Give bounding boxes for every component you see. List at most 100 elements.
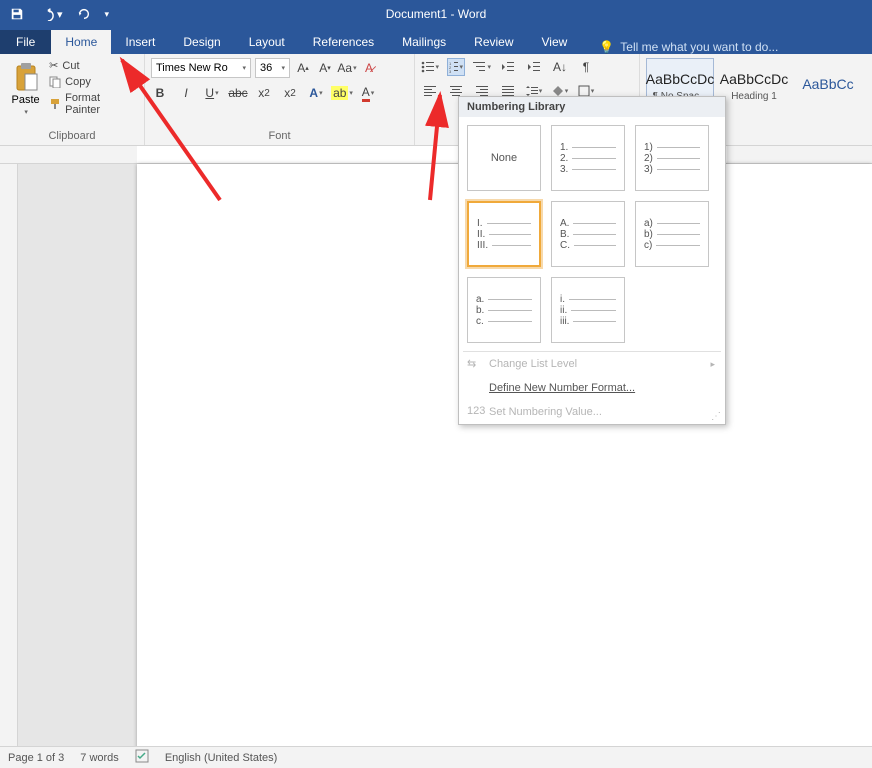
redo-icon[interactable]	[77, 7, 91, 21]
tab-home[interactable]: Home	[51, 30, 111, 54]
num-sample: c.	[476, 316, 484, 327]
change-case-icon[interactable]: Aa▾	[338, 59, 356, 77]
tab-layout[interactable]: Layout	[235, 30, 299, 54]
page-count[interactable]: Page 1 of 3	[8, 752, 64, 764]
num-sample: 2)	[644, 153, 653, 164]
define-format-label: Define New Number Format...	[489, 382, 635, 394]
brush-icon	[49, 98, 61, 110]
num-sample: 2.	[560, 153, 568, 164]
numbering-roman-upper[interactable]: I. II. III.	[467, 201, 541, 267]
multilevel-list-icon[interactable]: ▾	[473, 58, 491, 76]
numbering-alpha-lower-dot[interactable]: a. b. c.	[467, 277, 541, 343]
change-list-level-label: Change List Level	[489, 358, 577, 370]
save-icon[interactable]	[10, 7, 24, 21]
style-preview: AaBbCcDc	[720, 71, 788, 87]
tell-me[interactable]: 💡 Tell me what you want to do...	[581, 40, 778, 54]
style-heading1[interactable]: AaBbCc	[794, 58, 862, 114]
define-new-number-format[interactable]: Define New Number Format...	[459, 376, 725, 400]
spellcheck-icon[interactable]	[135, 749, 149, 766]
tell-me-label: Tell me what you want to do...	[620, 40, 778, 54]
format-painter-button[interactable]: Format Painter	[47, 91, 138, 117]
clear-formatting-icon[interactable]: A̷	[360, 59, 378, 77]
tab-mailings[interactable]: Mailings	[388, 30, 460, 54]
subscript-icon[interactable]: x2	[255, 84, 273, 102]
tab-design[interactable]: Design	[169, 30, 234, 54]
tab-references[interactable]: References	[299, 30, 388, 54]
bullets-icon[interactable]: ▾	[421, 58, 439, 76]
italic-icon[interactable]: I	[177, 84, 195, 102]
text-effects-icon[interactable]: A▾	[307, 84, 325, 102]
numbering-none[interactable]: None	[467, 125, 541, 191]
strikethrough-icon[interactable]: abc	[229, 84, 247, 102]
scissors-icon: ✂	[49, 59, 58, 72]
paste-button[interactable]: Paste ▾	[6, 58, 45, 117]
title-bar: ▾ ▾ Document1 - Word	[0, 0, 872, 28]
set-value-label: Set Numbering Value...	[489, 406, 602, 418]
tab-file[interactable]: File	[0, 30, 51, 54]
shrink-font-icon[interactable]: A▾	[316, 59, 334, 77]
paste-label: Paste	[12, 94, 40, 106]
set-numbering-value: 123 Set Numbering Value...	[459, 400, 725, 424]
font-name-select[interactable]: Times New Ro▾	[151, 58, 251, 78]
document-title: Document1 - Word	[386, 7, 486, 21]
num-sample: a)	[644, 218, 653, 229]
submenu-arrow-icon: ▸	[710, 359, 715, 370]
font-color-icon[interactable]: A▾	[359, 84, 377, 102]
numbering-icon[interactable]: 123▾	[447, 58, 465, 76]
tab-review[interactable]: Review	[460, 30, 527, 54]
numbering-library-popup: Numbering Library None 1. 2. 3. 1) 2) 3)…	[458, 96, 726, 425]
resize-handle-icon[interactable]: ⋰	[711, 411, 721, 422]
status-bar: Page 1 of 3 7 words English (United Stat…	[0, 746, 872, 768]
num-sample: II.	[477, 229, 485, 240]
group-font: Times New Ro▾ 36▾ A▴ A▾ Aa▾ A̷ B I U▾ ab…	[145, 54, 415, 145]
qat-customize-icon[interactable]: ▾	[105, 9, 110, 20]
num-sample: B.	[560, 229, 569, 240]
sort-icon[interactable]: A↓	[551, 58, 569, 76]
undo-icon[interactable]: ▾	[38, 7, 63, 21]
underline-icon[interactable]: U▾	[203, 84, 221, 102]
increase-indent-icon[interactable]	[525, 58, 543, 76]
style-name: Heading 1	[731, 91, 777, 102]
highlight-icon[interactable]: ab▾	[333, 84, 351, 102]
vertical-ruler[interactable]	[0, 164, 18, 746]
numbering-decimal-dot[interactable]: 1. 2. 3.	[551, 125, 625, 191]
num-sample: A.	[560, 218, 569, 229]
decrease-indent-icon[interactable]	[499, 58, 517, 76]
word-count[interactable]: 7 words	[80, 752, 119, 764]
num-sample: b.	[476, 305, 484, 316]
group-clipboard-label: Clipboard	[6, 130, 138, 145]
copy-label: Copy	[65, 76, 91, 88]
grow-font-icon[interactable]: A▴	[294, 59, 312, 77]
align-left-icon[interactable]	[421, 82, 439, 100]
tab-insert[interactable]: Insert	[111, 30, 169, 54]
numbering-alpha-upper[interactable]: A. B. C.	[551, 201, 625, 267]
font-size-select[interactable]: 36▾	[255, 58, 290, 78]
num-sample: C.	[560, 240, 570, 251]
show-marks-icon[interactable]: ¶	[577, 58, 595, 76]
num-sample: i.	[560, 294, 565, 305]
horizontal-ruler[interactable]	[0, 146, 872, 164]
copy-button[interactable]: Copy	[47, 75, 138, 89]
change-level-icon: ⇆	[467, 357, 476, 370]
numbering-library-title: Numbering Library	[459, 97, 725, 117]
style-no-spacing[interactable]: AaBbCcDc Heading 1	[720, 58, 788, 114]
copy-icon	[49, 76, 61, 88]
num-sample: 1.	[560, 142, 568, 153]
num-sample: 1)	[644, 142, 653, 153]
ribbon: Paste ▾ ✂ Cut Copy Format Painter Clipboa…	[0, 54, 872, 146]
numbering-alpha-lower-paren[interactable]: a) b) c)	[635, 201, 709, 267]
num-sample: 3.	[560, 164, 568, 175]
font-size-value: 36	[260, 62, 272, 74]
numbering-roman-lower[interactable]: i. ii. iii.	[551, 277, 625, 343]
bold-icon[interactable]: B	[151, 84, 169, 102]
numbering-decimal-paren[interactable]: 1) 2) 3)	[635, 125, 709, 191]
cut-button[interactable]: ✂ Cut	[47, 58, 138, 73]
style-preview: AaBbCcDc	[646, 71, 714, 87]
set-value-icon: 123	[467, 405, 485, 417]
superscript-icon[interactable]: x2	[281, 84, 299, 102]
num-sample: iii.	[560, 316, 569, 327]
language[interactable]: English (United States)	[165, 752, 278, 764]
tab-view[interactable]: View	[528, 30, 582, 54]
cut-label: Cut	[62, 60, 79, 72]
svg-text:3: 3	[449, 69, 452, 73]
